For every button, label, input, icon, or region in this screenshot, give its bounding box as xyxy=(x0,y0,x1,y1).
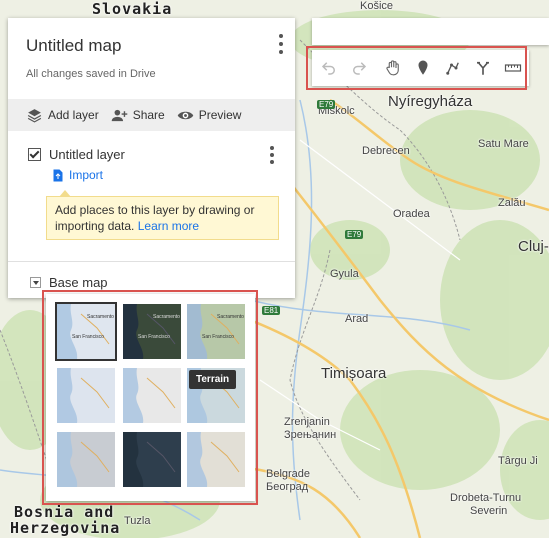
tile-city-label: Sacramento xyxy=(217,314,244,320)
layer-options-menu[interactable] xyxy=(269,146,275,164)
add-person-icon xyxy=(111,109,127,121)
basemap-chooser: Sacramento San Francisco Sacramento San Fra… xyxy=(46,294,255,501)
basemap-tooltip: Terrain xyxy=(189,370,237,389)
map-label-severin: Severin xyxy=(470,505,508,517)
learn-more-link[interactable]: Learn more xyxy=(138,219,199,233)
basemap-label: Base map xyxy=(49,275,108,290)
upload-file-icon xyxy=(53,169,63,181)
share-label: Share xyxy=(132,108,165,122)
coastline-thumbnail xyxy=(123,304,176,359)
tile-city-label: San Francisco xyxy=(72,334,104,340)
map-label-zrenjanin-cyr: Зрењанин xyxy=(284,429,337,441)
directions-button[interactable] xyxy=(468,53,498,83)
draw-line-icon xyxy=(446,62,459,75)
import-label: Import xyxy=(69,168,104,182)
save-status: All changes saved in Drive xyxy=(26,68,156,80)
map-label-gyula: Gyula xyxy=(330,268,359,280)
basemap-tile[interactable] xyxy=(57,432,115,487)
map-title[interactable]: Untitled map xyxy=(26,36,121,56)
layers-panel: Untitled map All changes saved in Drive … xyxy=(8,18,295,298)
basemap-tile[interactable] xyxy=(123,432,181,487)
hand-icon xyxy=(386,60,399,76)
map-label-herzegovina: Herzegovina xyxy=(10,519,121,537)
tile-city-label: Sacramento xyxy=(153,314,180,320)
map-label-kosice: Košice xyxy=(360,0,394,12)
map-label-zalau: Zalău xyxy=(498,197,526,209)
empty-layer-hint: Add places to this layer by drawing or i… xyxy=(46,190,279,240)
coastline-thumbnail xyxy=(123,368,176,423)
basemap-row[interactable]: Base map xyxy=(30,275,108,290)
basemap-tile[interactable] xyxy=(187,432,245,487)
drawing-toolbar xyxy=(312,50,529,86)
redo-icon xyxy=(353,62,367,75)
basemap-tile[interactable]: Sacramento San Francisco xyxy=(187,304,245,359)
layers-icon xyxy=(27,108,42,123)
search-bar[interactable] xyxy=(312,18,549,45)
action-bar: Add layer Share Preview xyxy=(8,99,295,131)
basemap-tile[interactable] xyxy=(57,368,115,423)
map-label-drobeta: Drobeta-Turnu xyxy=(450,492,522,504)
basemap-tile[interactable]: Sacramento San Francisco xyxy=(123,304,181,359)
map-label-timisoara: Timișoara xyxy=(321,365,387,382)
menu-dot xyxy=(270,153,274,157)
map-label-tuzla: Tuzla xyxy=(124,515,151,527)
preview-button[interactable]: Preview xyxy=(177,107,242,124)
menu-dot xyxy=(270,160,274,164)
map-label-belgrade: Belgrade xyxy=(266,468,311,480)
tile-city-label: San Francisco xyxy=(202,334,234,340)
coastline-thumbnail xyxy=(187,304,240,359)
preview-label: Preview xyxy=(198,108,242,122)
tile-city-label: San Francisco xyxy=(138,334,170,340)
layer-row: Untitled layer xyxy=(28,147,125,162)
menu-dot xyxy=(279,42,283,46)
road-shield-e79-mid: E79 xyxy=(345,230,364,239)
hand-tool-button[interactable] xyxy=(378,53,408,83)
coastline-thumbnail xyxy=(57,304,110,359)
eye-icon xyxy=(177,111,194,119)
coastline-thumbnail xyxy=(123,432,176,487)
divider xyxy=(8,261,295,262)
map-label-zrenjanin: Zrenjanin xyxy=(284,416,330,428)
road-shield-e79-top: E79 xyxy=(317,100,336,109)
map-label-beograd: Београд xyxy=(266,481,309,493)
add-marker-button[interactable] xyxy=(408,53,438,83)
menu-dot xyxy=(279,50,283,54)
map-label-oradea: Oradea xyxy=(393,208,430,220)
coastline-thumbnail xyxy=(57,368,110,423)
redo-button[interactable] xyxy=(344,53,374,83)
map-label-satu-mare: Satu Mare xyxy=(478,138,529,150)
add-layer-label: Add layer xyxy=(48,108,99,122)
map-label-nyiregyhaza: Nyíregyháza xyxy=(388,93,473,110)
import-link[interactable]: Import xyxy=(52,168,103,182)
coastline-thumbnail xyxy=(57,432,110,487)
menu-dot xyxy=(279,34,283,38)
road-shield-e81: E81 xyxy=(262,306,281,315)
map-label-targu-jiu: Târgu Ji xyxy=(498,455,538,467)
draw-line-button[interactable] xyxy=(438,53,468,83)
map-options-menu[interactable] xyxy=(277,34,285,54)
menu-dot xyxy=(270,146,274,150)
layer-name[interactable]: Untitled layer xyxy=(49,147,125,162)
map-label-cluj: Cluj- xyxy=(518,238,549,255)
layer-visibility-checkbox[interactable] xyxy=(28,148,41,161)
add-layer-button[interactable]: Add layer xyxy=(26,107,99,124)
add-marker-icon xyxy=(418,60,428,75)
basemap-tile[interactable]: Sacramento San Francisco xyxy=(55,302,117,361)
directions-icon xyxy=(477,61,489,75)
map-label-debrecen: Debrecen xyxy=(362,145,410,157)
coastline-thumbnail xyxy=(187,432,240,487)
ruler-icon xyxy=(504,64,522,72)
basemap-tile[interactable] xyxy=(123,368,181,423)
undo-button[interactable] xyxy=(314,53,344,83)
undo-icon xyxy=(321,62,335,75)
map-label-slovakia: Slovakia xyxy=(92,0,173,18)
map-label-arad: Arad xyxy=(345,313,369,325)
ruler-button[interactable] xyxy=(498,53,528,83)
share-button[interactable]: Share xyxy=(111,107,165,124)
collapse-arrow-icon[interactable] xyxy=(30,277,41,288)
tile-city-label: Sacramento xyxy=(87,314,114,320)
